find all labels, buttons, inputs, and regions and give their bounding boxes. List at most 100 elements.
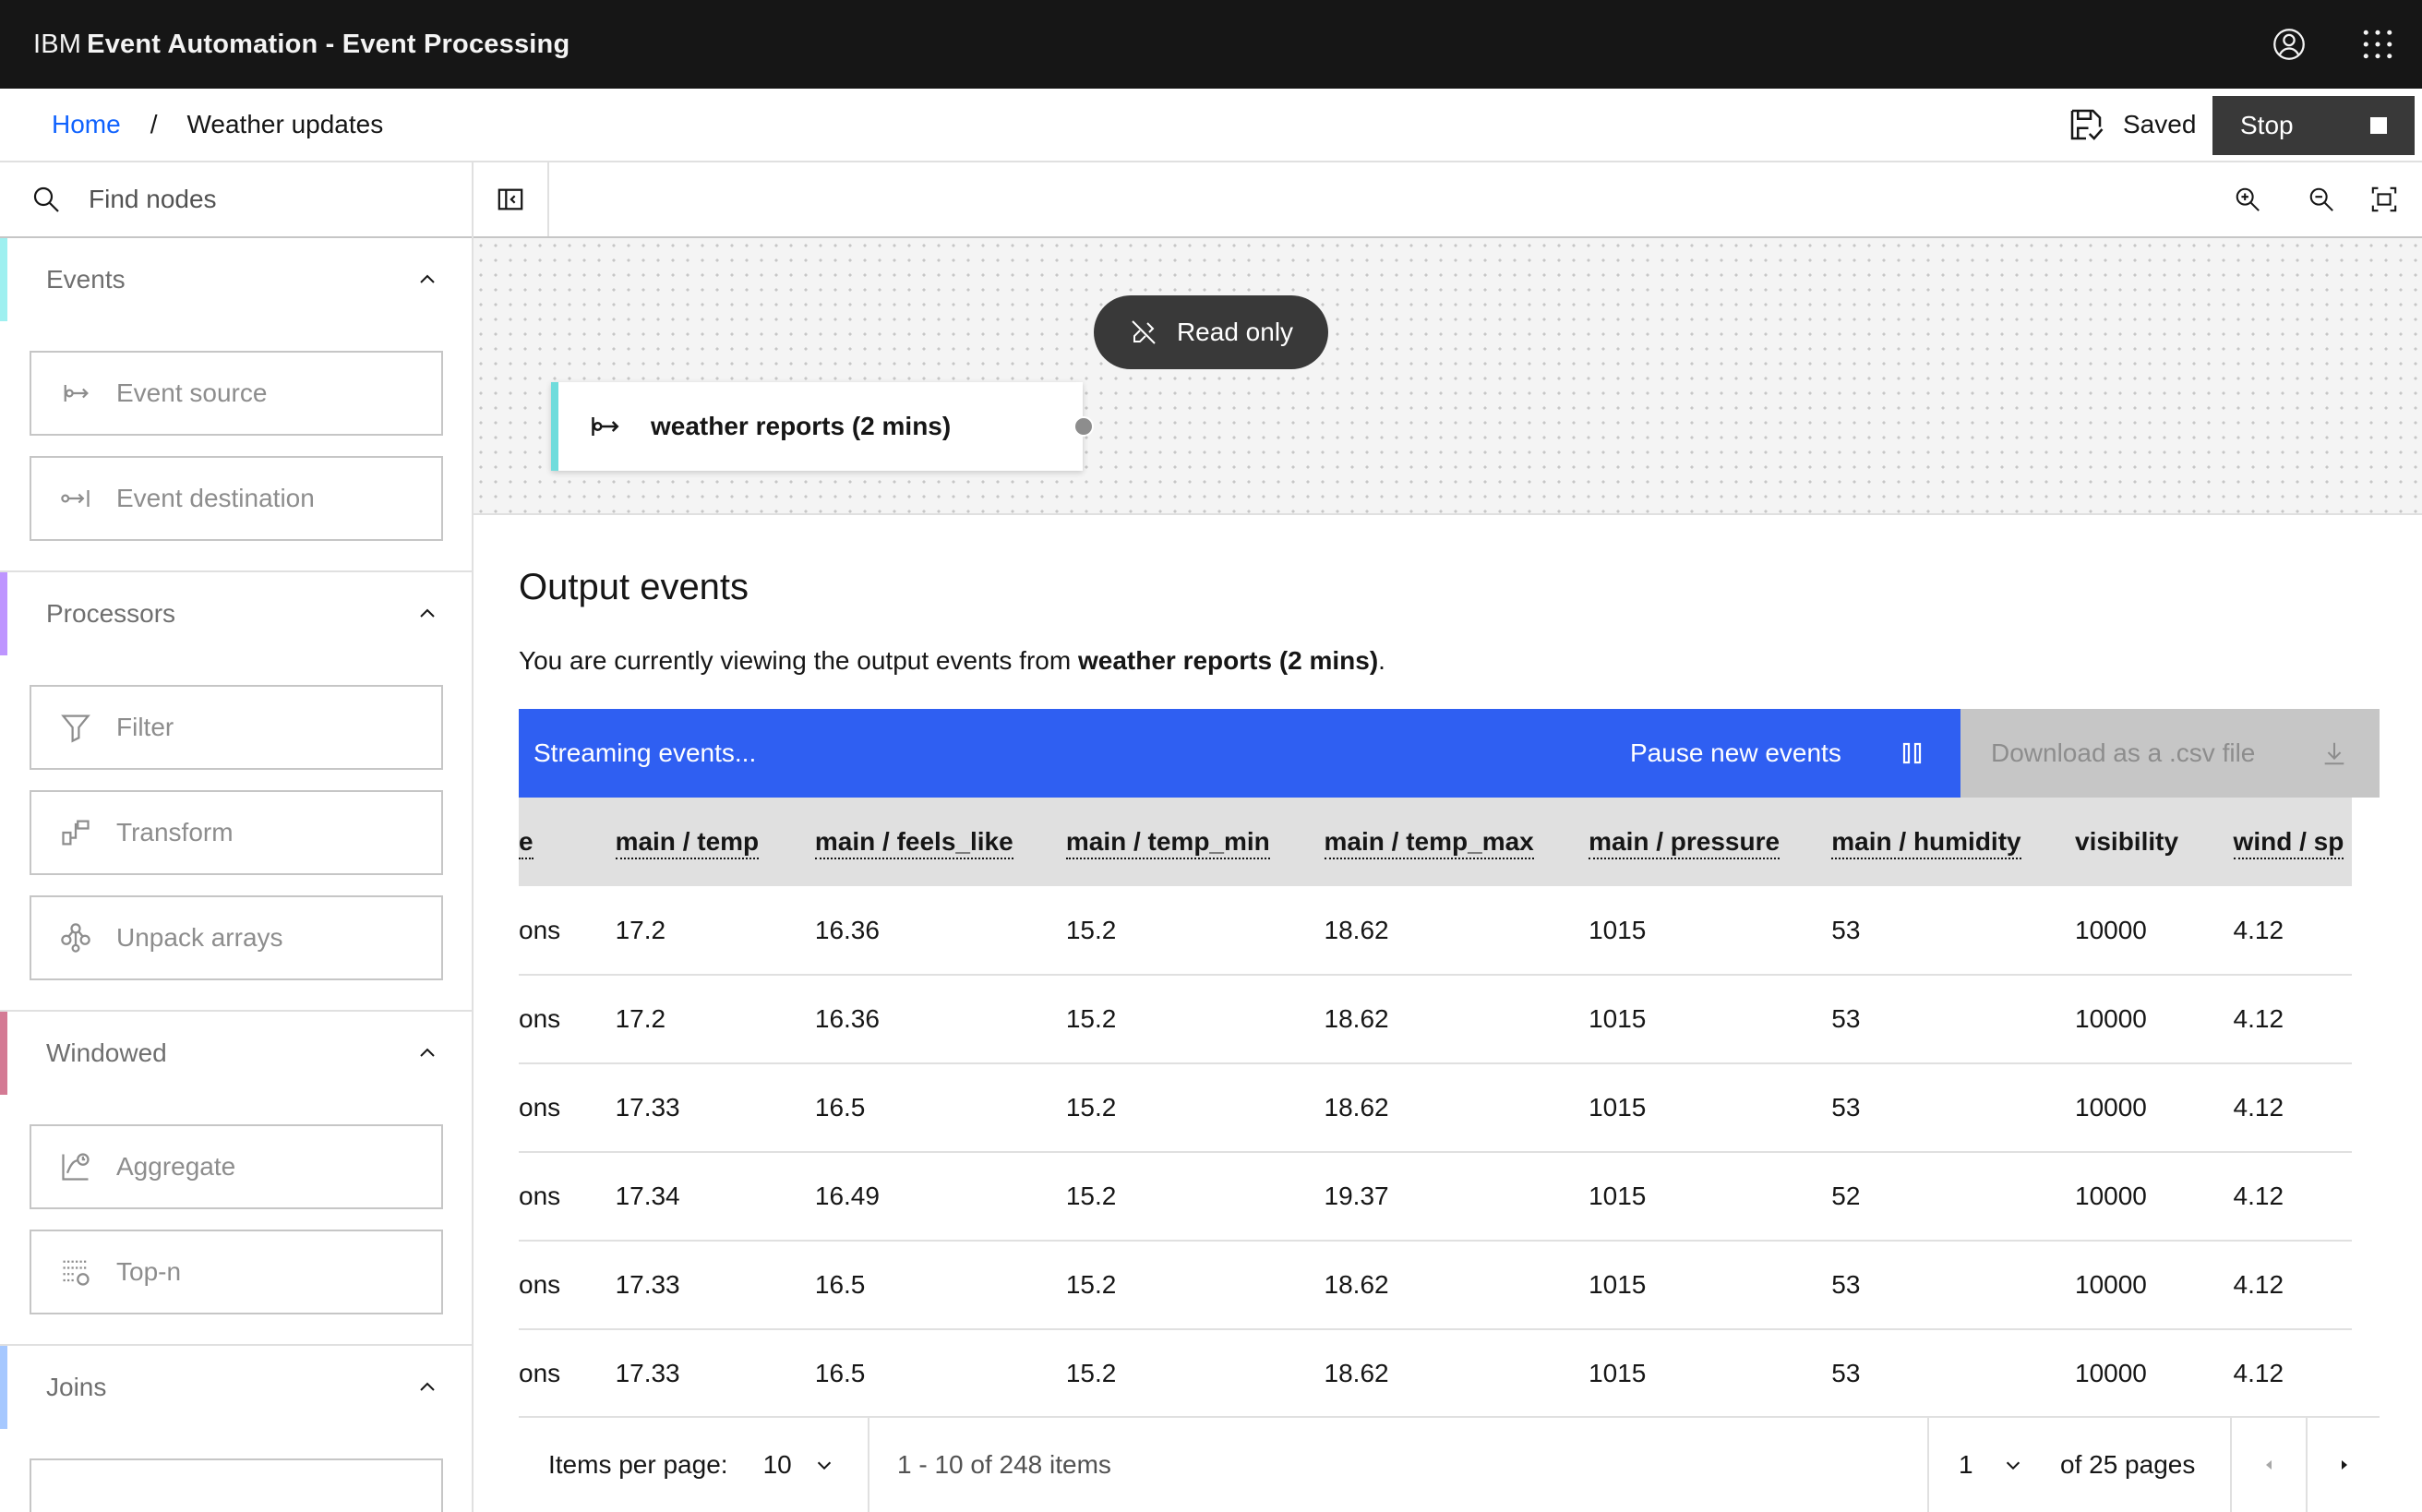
app-title[interactable]: IBM Event Automation - Event Processing	[0, 30, 570, 60]
zoom-out-icon	[2309, 187, 2333, 211]
group-title: Events	[46, 265, 126, 294]
output-events-title: Output events	[519, 567, 749, 607]
items-per-page-label: Items per page:	[548, 1450, 728, 1479]
column-header[interactable]: main / temp	[588, 798, 787, 886]
pause-events-button[interactable]: Pause new events	[1630, 709, 1923, 798]
group-header-joins[interactable]: Joins	[0, 1346, 472, 1429]
table-cell: 10000	[2075, 915, 2147, 944]
flow-canvas[interactable]	[474, 238, 2422, 515]
palette-item-event-destination[interactable]: Event destination	[30, 456, 443, 541]
fit-to-screen-icon	[2371, 186, 2397, 212]
palette-item-top-n[interactable]: Top-n	[30, 1230, 443, 1314]
group-header-events[interactable]: Events	[0, 238, 472, 321]
node-output-port[interactable]	[1073, 416, 1094, 437]
table-cell: 17.34	[615, 1182, 680, 1210]
flow-node-weather-reports[interactable]: weather reports (2 mins)	[551, 382, 1083, 471]
zoom-in-button[interactable]	[2211, 162, 2284, 236]
palette-item-filter[interactable]: Filter	[30, 685, 443, 770]
palette-item-event-source[interactable]: Event source	[30, 351, 443, 436]
column-header[interactable]: main / temp_min	[1038, 798, 1297, 886]
node-card-label: Filter	[116, 713, 174, 741]
table-cell: 16.36	[814, 915, 880, 944]
download-icon	[2324, 742, 2344, 765]
table-cell: 17.33	[615, 1270, 680, 1299]
output-events-description: You are currently viewing the output eve…	[519, 646, 1385, 676]
description-prefix: You are currently viewing the output eve…	[519, 646, 1078, 675]
group-color-bar	[0, 572, 7, 655]
chevron-down-icon	[2006, 1461, 2020, 1470]
table-cell: 1015	[1589, 1004, 1647, 1033]
table-cell: 15.2	[1065, 1004, 1117, 1033]
column-header[interactable]: main / feels_like	[787, 798, 1038, 886]
table-row: ons 17.2 16.36 15.2 18.62 1015 53 10000 4.12	[519, 886, 2352, 975]
download-label: Download as a .csv file	[1991, 738, 2256, 767]
palette-item-join[interactable]	[30, 1458, 443, 1512]
pager-divider	[868, 1418, 869, 1512]
group-title: Windowed	[46, 1038, 167, 1067]
next-page-button[interactable]	[2308, 1418, 2381, 1512]
table-cell: 4.12	[2233, 1270, 2284, 1299]
table-cell: 4.12	[2233, 1093, 2284, 1122]
page-select[interactable]: 1	[1959, 1418, 2023, 1512]
palette-item-unpack-arrays[interactable]: Unpack arrays	[30, 895, 443, 980]
edit-off-icon	[1132, 320, 1156, 344]
table-cell: 10000	[2075, 1004, 2147, 1033]
total-pages: of 25 pages	[2060, 1450, 2196, 1479]
streaming-label: Streaming events...	[534, 738, 757, 767]
group-header-windowed[interactable]: Windowed	[0, 1012, 472, 1095]
column-header[interactable]: wind / sp	[2206, 798, 2352, 886]
stop-button[interactable]: Stop	[2212, 96, 2415, 155]
group-color-bar	[0, 1346, 7, 1429]
breadcrumb-home-link[interactable]: Home	[52, 110, 121, 139]
column-header[interactable]: main / temp_max	[1297, 798, 1562, 886]
app-switcher-button[interactable]	[2333, 0, 2422, 89]
breadcrumb-separator: /	[150, 110, 158, 138]
filter-icon	[61, 714, 90, 743]
unpack-arrays-icon	[61, 923, 90, 953]
user-avatar-icon	[2273, 29, 2305, 60]
table-cell: ons	[519, 1093, 561, 1122]
aggregate-icon	[62, 1153, 90, 1181]
column-header[interactable]: main / humidity	[1804, 798, 2047, 886]
output-events-table: e main / temp main / feels_like main / t…	[519, 798, 2380, 1418]
palette-group-events: Events Event source Event destination	[0, 238, 472, 570]
stop-label: Stop	[2240, 111, 2294, 139]
current-page: 1	[1959, 1450, 1973, 1479]
breadcrumb-bar: Home / Weather updates Saved Stop	[0, 89, 2422, 162]
brand-prefix: IBM	[33, 29, 82, 59]
node-card-label: Transform	[116, 818, 234, 846]
chevron-down-icon[interactable]	[814, 1455, 834, 1475]
user-avatar-button[interactable]	[2245, 0, 2333, 89]
toggle-palette-button[interactable]	[474, 162, 549, 236]
caret-right-icon	[2342, 1460, 2347, 1470]
find-nodes-search[interactable]: Find nodes	[0, 162, 472, 238]
top-n-icon	[63, 1260, 90, 1286]
column-header[interactable]: e	[519, 798, 588, 886]
table-cell: 4.12	[2233, 1182, 2284, 1210]
event-destination-icon	[61, 490, 90, 507]
read-only-label: Read only	[1176, 318, 1294, 346]
table-cell: 18.62	[1324, 1359, 1389, 1387]
column-header[interactable]: main / pressure	[1561, 798, 1804, 886]
table-cell: 16.49	[814, 1182, 880, 1210]
table-cell: 4.12	[2233, 915, 2284, 944]
pagination: Items per page: 10 1 - 10 of 248 items 1…	[519, 1416, 2380, 1512]
fit-to-screen-button[interactable]	[2347, 162, 2421, 236]
table-cell: 53	[1831, 1359, 1861, 1387]
previous-page-button[interactable]	[2232, 1418, 2306, 1512]
download-csv-button[interactable]: Download as a .csv file	[1960, 709, 2380, 798]
palette-item-aggregate[interactable]: Aggregate	[30, 1124, 443, 1209]
table-cell: 18.62	[1324, 915, 1389, 944]
table-cell: 53	[1831, 1093, 1861, 1122]
table-cell: 4.12	[2233, 1004, 2284, 1033]
table-cell: ons	[519, 1004, 561, 1033]
table-cell: 1015	[1589, 915, 1647, 944]
items-per-page: Items per page: 10	[548, 1418, 834, 1512]
group-header-processors[interactable]: Processors	[0, 572, 472, 655]
column-header[interactable]: visibility	[2047, 798, 2206, 886]
items-per-page-select[interactable]: 10	[763, 1450, 792, 1480]
table-row: ons 17.2 16.36 15.2 18.62 1015 53 10000 4.12	[519, 975, 2352, 1063]
palette-item-transform[interactable]: Transform	[30, 790, 443, 875]
table-cell: 1015	[1589, 1270, 1647, 1299]
table-row: ons 17.33 16.5 15.2 18.62 1015 53 10000 4.12	[519, 1063, 2352, 1152]
